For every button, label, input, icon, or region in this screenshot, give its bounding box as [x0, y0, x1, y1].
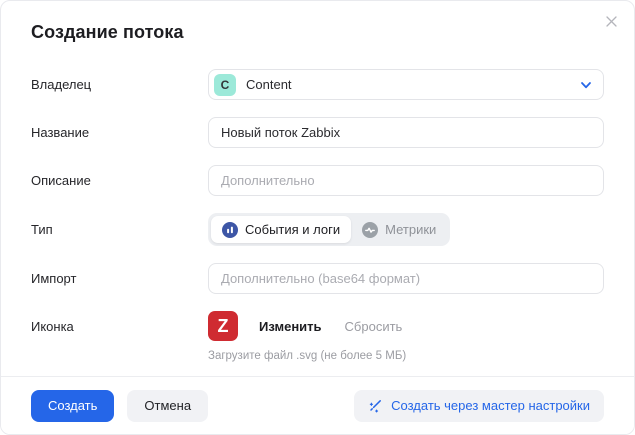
name-row: Название	[31, 117, 604, 148]
type-option-label: Метрики	[385, 222, 436, 237]
create-button[interactable]: Создать	[31, 390, 114, 422]
type-option-events-logs[interactable]: События и логи	[211, 216, 351, 243]
name-input[interactable]	[208, 117, 604, 148]
chevron-down-icon	[579, 78, 593, 92]
description-label: Описание	[31, 173, 208, 188]
reset-icon-button[interactable]: Сбросить	[345, 319, 403, 334]
icon-row: Иконка Z Изменить Сбросить Загрузите фай…	[31, 311, 604, 362]
type-row: Тип События и логи	[31, 213, 604, 246]
magic-wand-icon	[368, 398, 383, 413]
modal-footer: Создать Отмена Создать через мастер наст…	[1, 376, 634, 434]
owner-select-value: Content	[246, 77, 579, 92]
owner-avatar: C	[214, 74, 236, 96]
change-icon-button[interactable]: Изменить	[259, 319, 322, 334]
cancel-button[interactable]: Отмена	[127, 390, 208, 422]
create-flow-form: Владелец C Content Название	[1, 43, 634, 362]
import-input[interactable]	[208, 263, 604, 294]
owner-label: Владелец	[31, 77, 208, 92]
close-icon[interactable]	[598, 8, 624, 34]
icon-label: Иконка	[31, 319, 208, 334]
create-wizard-label: Создать через мастер настройки	[391, 398, 590, 413]
description-input[interactable]	[208, 165, 604, 196]
type-option-metrics[interactable]: Метрики	[351, 216, 447, 243]
import-label: Импорт	[31, 271, 208, 286]
zabbix-logo-icon: Z	[208, 311, 238, 341]
pulse-icon	[362, 222, 378, 238]
description-row: Описание	[31, 165, 604, 196]
type-option-label: События и логи	[245, 222, 340, 237]
bar-chart-icon	[222, 222, 238, 238]
name-label: Название	[31, 125, 208, 140]
icon-upload-hint: Загрузите файл .svg (не более 5 МБ)	[208, 350, 604, 362]
create-flow-modal: Создание потока Владелец C Content Назва…	[0, 0, 635, 435]
owner-row: Владелец C Content	[31, 69, 604, 100]
page-title: Создание потока	[1, 1, 634, 43]
import-row: Импорт	[31, 263, 604, 294]
type-segmented-control: События и логи Метрики	[208, 213, 450, 246]
type-label: Тип	[31, 222, 208, 237]
owner-select[interactable]: C Content	[208, 69, 604, 100]
create-wizard-button[interactable]: Создать через мастер настройки	[354, 390, 604, 422]
